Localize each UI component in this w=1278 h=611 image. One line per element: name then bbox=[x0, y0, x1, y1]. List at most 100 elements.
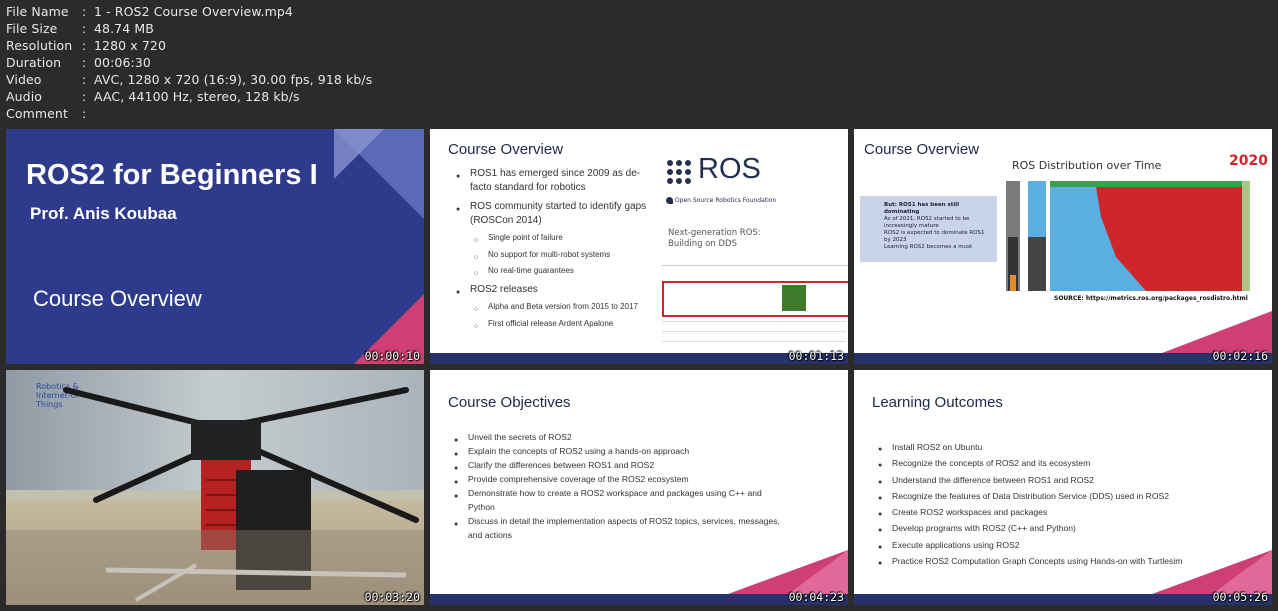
decor-triangle bbox=[1162, 311, 1272, 353]
info-key: Resolution bbox=[6, 38, 73, 53]
list-item: Understand the difference between ROS1 a… bbox=[878, 472, 1268, 492]
list-item: ROS community started to identify gaps (… bbox=[456, 200, 656, 227]
decor-triangle bbox=[334, 129, 384, 179]
source-text: SOURCE: https://metrics.ros.org/packages… bbox=[1054, 295, 1248, 302]
next-gen-text: Next-generation ROS: Building on DDS bbox=[668, 228, 761, 249]
chart-band bbox=[1050, 181, 1250, 187]
list-item: Recognize the concepts of ROS2 and its e… bbox=[878, 455, 1268, 475]
thumbnail-6[interactable]: Learning Outcomes Install ROS2 on Ubuntu… bbox=[854, 370, 1272, 605]
logo-text: ROS bbox=[698, 153, 761, 185]
decor-triangle bbox=[1212, 550, 1272, 594]
osrf-text: Open Source Robotics Foundation bbox=[674, 197, 777, 204]
thumbnail-5[interactable]: Course Objectives Unveil the secrets of … bbox=[430, 370, 848, 605]
chart-band bbox=[1010, 275, 1016, 291]
info-value: AAC, 44100 Hz, stereo, 128 kb/s bbox=[94, 89, 300, 104]
list-item: Alpha and Beta version from 2015 to 2017 bbox=[474, 300, 656, 316]
thumbnail-4[interactable]: Robotics & Internet-of-Things 00:03:20 bbox=[6, 370, 424, 605]
chart-band bbox=[1242, 181, 1250, 291]
info-value: AVC, 1280 x 720 (16:9), 30.00 fps, 918 k… bbox=[94, 72, 373, 87]
info-row: Audio: AAC, 44100 Hz, stereo, 128 kb/s bbox=[6, 88, 372, 105]
timestamp: 00:04:23 bbox=[788, 590, 844, 604]
box-line: Learning ROS2 becomes a must bbox=[884, 244, 973, 250]
info-separator: : bbox=[82, 89, 87, 104]
info-separator: : bbox=[82, 55, 87, 70]
list-item: No support for multi-robot systems bbox=[474, 248, 656, 264]
list-item: Clarify the differences between ROS1 and… bbox=[454, 459, 784, 475]
file-info: File Name:1 - ROS2 Course Overview.mp4 F… bbox=[6, 3, 372, 122]
list-item: Single point of failure bbox=[474, 231, 656, 247]
table-row bbox=[662, 321, 846, 322]
slide-title: ROS2 for Beginners I bbox=[26, 159, 318, 191]
slide-footer-bar bbox=[430, 353, 848, 364]
list-item: Provide comprehensive coverage of the RO… bbox=[454, 473, 784, 489]
timestamp: 00:03:20 bbox=[364, 590, 420, 604]
info-row: Resolution:1280 x 720 bbox=[6, 37, 372, 54]
slide-author: Prof. Anis Koubaa bbox=[30, 204, 177, 223]
table-row bbox=[662, 341, 846, 342]
list-item: Discuss in detail the implementation asp… bbox=[454, 515, 784, 542]
list-item: No real-time guarantees bbox=[474, 264, 656, 280]
info-separator: : bbox=[82, 72, 87, 87]
slide-title: Course Overview bbox=[448, 141, 564, 158]
timestamp: 00:00:10 bbox=[364, 349, 420, 363]
list-item: Install ROS2 on Ubuntu bbox=[878, 439, 1268, 459]
decor-triangle bbox=[788, 550, 848, 594]
turtle-image bbox=[782, 285, 806, 311]
thumbnail-3[interactable]: Course Overview ROS Distribution over Ti… bbox=[854, 129, 1272, 364]
box-line: As of 2021, ROS2 started to be increasin… bbox=[884, 216, 970, 229]
distribution-chart bbox=[1006, 181, 1250, 291]
box-line: But: ROS1 has been still dominating bbox=[884, 202, 960, 215]
info-row: File Size:48.74 MB bbox=[6, 20, 372, 37]
ros-dots-icon bbox=[667, 160, 691, 184]
release-table bbox=[662, 261, 848, 351]
info-separator: : bbox=[82, 106, 87, 121]
year-label: 2020 bbox=[1229, 153, 1268, 169]
list-item: Create ROS2 workspaces and packages bbox=[878, 504, 1268, 524]
bullet-list: ROS1 has emerged since 2009 as de-facto … bbox=[456, 167, 656, 333]
info-value: 1 - ROS2 Course Overview.mp4 bbox=[94, 4, 293, 19]
info-key: Video bbox=[6, 72, 42, 87]
list-item: Develop programs with ROS2 (C++ and Pyth… bbox=[878, 520, 1268, 540]
list-item: First official release Ardent Apalone bbox=[474, 317, 656, 333]
info-key: File Size bbox=[6, 21, 58, 36]
bullet-list: Unveil the secrets of ROS2 Explain the c… bbox=[454, 431, 784, 542]
info-value: 00:06:30 bbox=[94, 55, 151, 70]
list-item: ROS2 releases bbox=[456, 283, 656, 299]
info-row: Video: AVC, 1280 x 720 (16:9), 30.00 fps,… bbox=[6, 71, 372, 88]
info-row: File Name:1 - ROS2 Course Overview.mp4 bbox=[6, 3, 372, 20]
slide-title: Learning Outcomes bbox=[872, 394, 1003, 411]
info-separator: : bbox=[82, 38, 87, 53]
thumbnail-2[interactable]: Course Overview ROS1 has emerged since 2… bbox=[430, 129, 848, 364]
info-separator: : bbox=[82, 4, 87, 19]
info-key: Audio bbox=[6, 89, 43, 104]
drone-illustration bbox=[6, 387, 424, 605]
slide-footer-bar bbox=[854, 353, 1272, 364]
info-value: 48.74 MB bbox=[94, 21, 154, 36]
timestamp: 00:02:16 bbox=[1212, 349, 1268, 363]
info-key: File Name bbox=[6, 4, 69, 19]
table-row bbox=[662, 265, 848, 266]
list-item: Unveil the secrets of ROS2 bbox=[454, 431, 784, 447]
ros-logo: ROS bbox=[666, 153, 766, 193]
osrf-label: Open Source Robotics Foundation bbox=[666, 197, 776, 204]
info-key: Comment bbox=[6, 106, 68, 121]
chart-band bbox=[1028, 237, 1046, 291]
list-item: ROS1 has emerged since 2009 as de-facto … bbox=[456, 167, 656, 194]
slide-title: Course Objectives bbox=[448, 394, 571, 411]
list-item: Demonstrate how to create a ROS2 workspa… bbox=[454, 487, 784, 514]
thumbnail-1[interactable]: ROS2 for Beginners I Prof. Anis Koubaa C… bbox=[6, 129, 424, 364]
slide-title: Course Overview bbox=[864, 141, 980, 158]
table-row bbox=[662, 281, 848, 317]
info-row: Comment: bbox=[6, 105, 372, 122]
chart-title: ROS Distribution over Time bbox=[1012, 159, 1162, 172]
slide-footer-bar bbox=[854, 594, 1272, 605]
info-value: 1280 x 720 bbox=[94, 38, 167, 53]
info-box: But: ROS1 has been still dominating As o… bbox=[860, 196, 997, 262]
list-item: Recognize the features of Data Distribut… bbox=[878, 488, 1268, 508]
slide-footer-bar bbox=[430, 594, 848, 605]
info-row: Duration:00:06:30 bbox=[6, 54, 372, 71]
timestamp: 00:01:13 bbox=[788, 349, 844, 363]
box-line: ROS2 is expected to dominate ROS1 by 202… bbox=[884, 230, 985, 243]
osrf-icon bbox=[666, 197, 673, 204]
info-separator: : bbox=[82, 21, 87, 36]
